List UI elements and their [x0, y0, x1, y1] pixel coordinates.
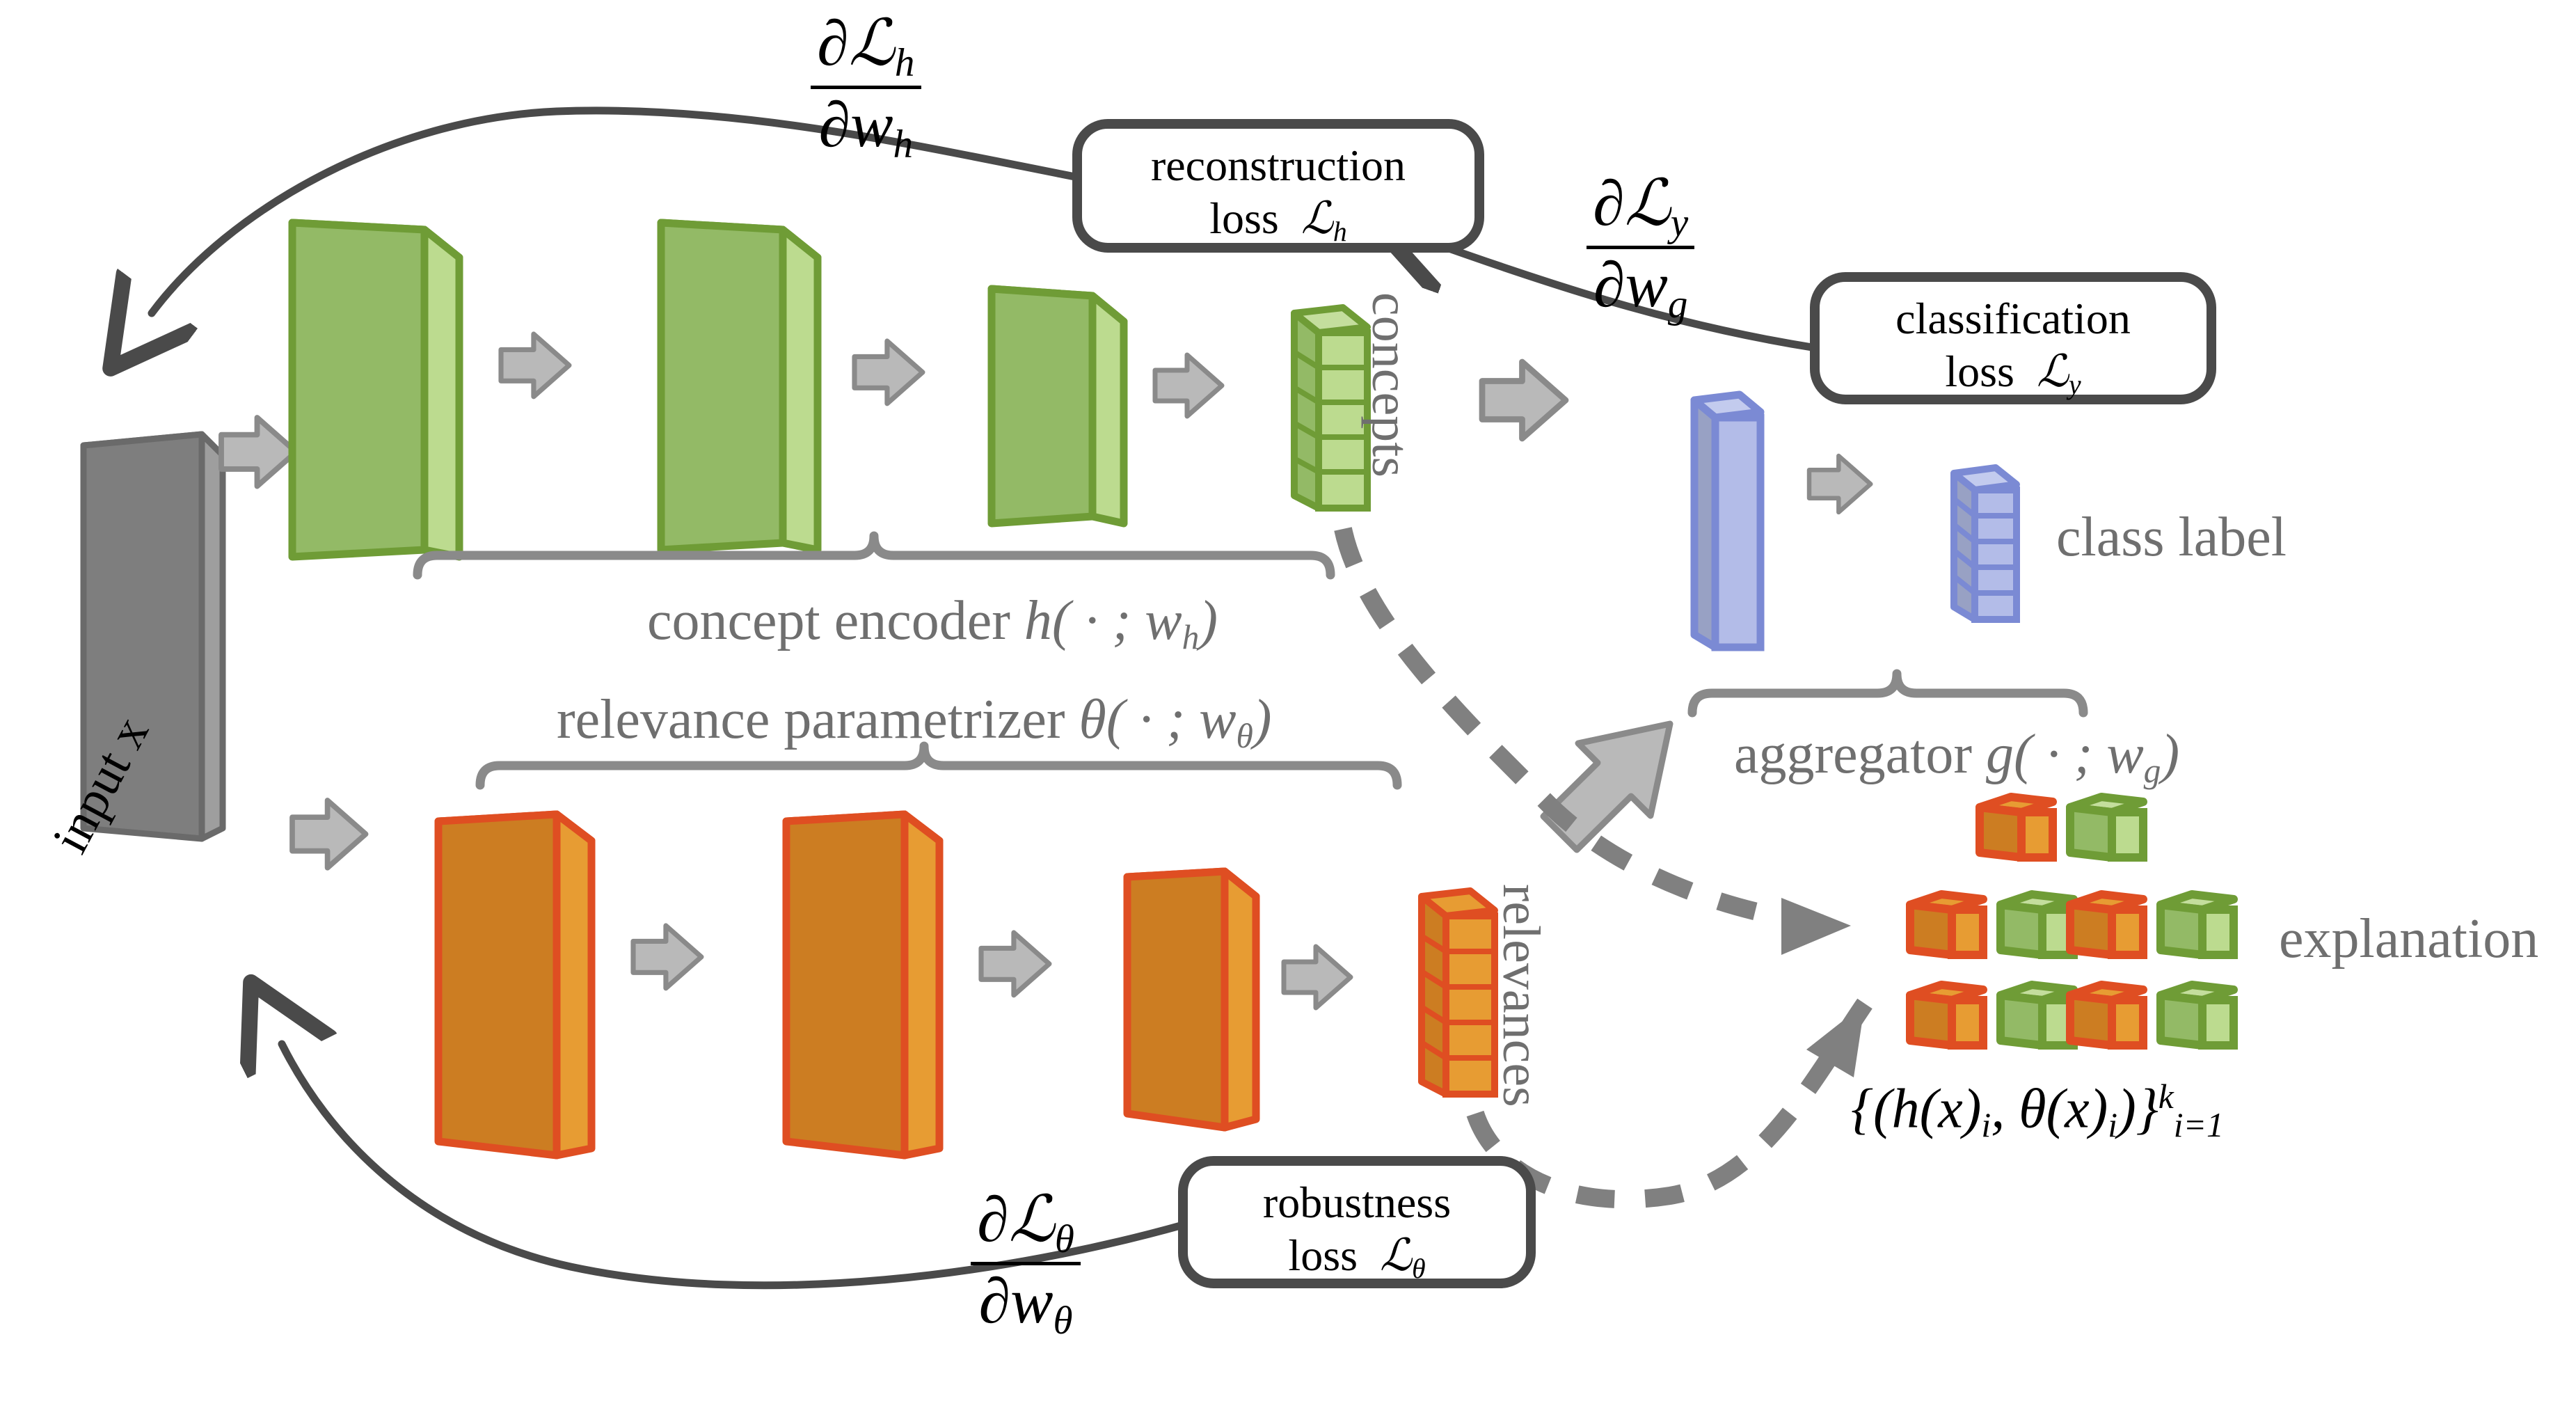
gradient-ltheta-wtheta: ∂ℒθ ∂wθ: [971, 1183, 1081, 1343]
brace-aggregator: [1687, 669, 2088, 718]
relevances-label: relevances: [1492, 884, 1550, 1107]
arrow-encoder-3-to-concepts: [1155, 355, 1222, 416]
explanation-pair: [1906, 981, 2078, 1050]
explanation-pair: [1906, 890, 2078, 959]
diagram-canvas: ∂ℒh ∂wh ∂ℒy ∂wg ∂ℒθ ∂wθ reconstruction l…: [0, 0, 2576, 1408]
parametrizer-layer-1: [434, 810, 596, 1160]
arrow-input-to-parametrizer: [292, 800, 366, 868]
aggregator-label: aggregator g( · ; wg): [1734, 724, 2180, 790]
relevance-parametrizer-label: relevance parametrizer θ( · ; wθ): [557, 689, 1272, 755]
reconstruction-loss-label: reconstruction loss ℒh: [1150, 141, 1406, 247]
encoder-layer-3: [987, 285, 1128, 528]
gradient-lh-wh: ∂ℒh ∂wh: [811, 7, 921, 167]
concepts-vector: [1291, 304, 1371, 512]
arrow-aggregator-to-class: [1809, 456, 1870, 512]
class-label-vector: [1950, 464, 2020, 623]
relevances-vector: [1418, 887, 1498, 1098]
explanation-pair: [2066, 981, 2238, 1050]
explanation-label: explanation: [2279, 908, 2539, 970]
arrow-concepts-to-aggregator: [1482, 362, 1566, 438]
robustness-loss-label: robustness loss ℒθ: [1262, 1178, 1452, 1284]
class-label-text: class label: [2056, 507, 2287, 568]
explanation-pair: [1975, 793, 2147, 862]
explanation-cubes: [1906, 793, 2238, 1050]
parametrizer-layer-3: [1123, 867, 1260, 1132]
explanation-formula: {(h(x)i, θ(x)i)}ki=1: [1851, 1077, 2224, 1145]
classification-loss-label: classification loss ℒy: [1895, 294, 2131, 400]
encoder-layer-1: [288, 219, 463, 561]
arrow-input-to-encoder: [221, 418, 296, 487]
concepts-label: concepts: [1361, 292, 1420, 477]
brace-concept-encoder: [413, 531, 1335, 580]
parametrizer-layer-2: [782, 810, 944, 1160]
arrow-encoder-1-to-2: [501, 334, 569, 397]
arrow-parametrizer-3-to-relevances: [1284, 947, 1351, 1008]
encoder-layer-2: [657, 219, 822, 554]
explanation-pair: [2066, 890, 2238, 959]
aggregator-vector: [1690, 390, 1765, 651]
concept-encoder-label: concept encoder h( · ; wh): [647, 590, 1218, 656]
arrow-parametrizer-2-to-3: [981, 933, 1049, 995]
gradient-ly-wg: ∂ℒy ∂wg: [1587, 167, 1695, 327]
arrow-encoder-2-to-3: [854, 341, 923, 404]
arrow-relevances-to-aggregator: [1540, 720, 1673, 853]
arrow-parametrizer-1-to-2: [633, 926, 701, 988]
